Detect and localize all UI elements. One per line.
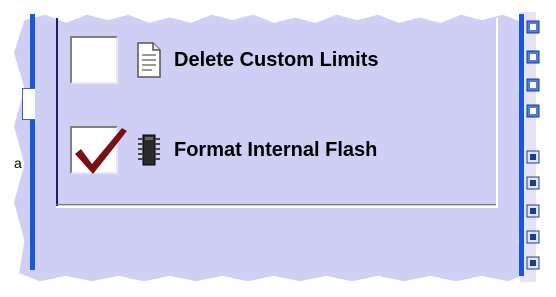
group-box-right-edge (496, 18, 498, 208)
option-delete-custom-limits[interactable]: Delete Custom Limits (70, 36, 378, 84)
left-partial-text: a (14, 155, 22, 171)
checkmark-icon (75, 128, 127, 174)
right-window-border (519, 14, 524, 276)
toolbar-icon[interactable] (526, 50, 540, 64)
toolbar-icon[interactable] (526, 150, 540, 164)
left-window-border (30, 14, 35, 270)
document-icon (137, 42, 161, 78)
toolbar-icon[interactable] (526, 78, 540, 92)
group-box-bottom-shadow (56, 204, 496, 205)
toolbar-icon[interactable] (526, 20, 540, 34)
toolbar-icon[interactable] (526, 230, 540, 244)
delete-custom-limits-checkbox[interactable] (70, 36, 118, 84)
chip-icon (138, 134, 160, 166)
group-box-left-edge (56, 18, 58, 208)
toolbar-icon[interactable] (526, 104, 540, 118)
toolbar-icon[interactable] (526, 204, 540, 218)
delete-custom-limits-label: Delete Custom Limits (174, 48, 379, 71)
option-format-internal-flash[interactable]: Format Internal Flash (70, 126, 377, 174)
group-box-bottom-edge (56, 206, 496, 208)
format-internal-flash-checkbox[interactable] (70, 126, 127, 174)
format-internal-flash-label: Format Internal Flash (174, 138, 378, 161)
left-partial-control (22, 88, 35, 120)
toolbar-icon[interactable] (526, 256, 540, 270)
toolbar-icon[interactable] (526, 176, 540, 190)
